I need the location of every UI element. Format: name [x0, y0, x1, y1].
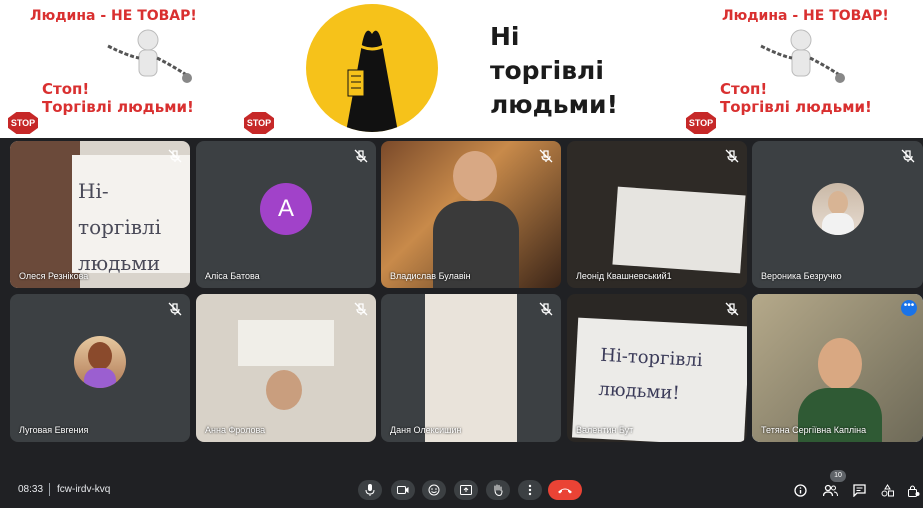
- mic-off-icon: [168, 302, 182, 316]
- poster-title: Людина - НЕ ТОВАР!: [722, 8, 889, 24]
- chained-figure-icon: [760, 29, 845, 83]
- poster-line-1: Ні: [490, 22, 520, 51]
- handwritten-sign: [425, 294, 517, 442]
- chained-figure-icon: [107, 29, 192, 83]
- poster-title: Людина - НЕ ТОВАР!: [30, 8, 197, 24]
- handwritten-sign: [238, 320, 334, 366]
- camera-icon: [397, 486, 409, 494]
- mic-button[interactable]: [358, 480, 382, 500]
- banner: Людина - НЕ ТОВАР! Стоп! Торгівлі людьми…: [0, 0, 923, 138]
- poster-line-2: торгівлі: [490, 56, 604, 85]
- mic-off-icon: [539, 149, 553, 163]
- handwritten-sign: [612, 186, 746, 274]
- participant-tile[interactable]: Леонід Квашневський1: [567, 141, 747, 288]
- camera-button[interactable]: [391, 480, 415, 500]
- participant-tile[interactable]: A Аліса Батова: [196, 141, 376, 288]
- people-button[interactable]: [822, 482, 838, 498]
- emoji-icon: [428, 484, 440, 496]
- poster-stop-text: Стоп!: [42, 80, 90, 98]
- people-icon: [822, 484, 838, 496]
- participant-video: [453, 151, 497, 201]
- participant-name: Анна Фролова: [205, 425, 266, 435]
- avatar: [811, 182, 864, 235]
- poster-stop-text: Стоп!: [720, 80, 768, 98]
- emoji-button[interactable]: [422, 480, 446, 500]
- right-poster: Людина - НЕ ТОВАР! Стоп! Торгівлі людьми…: [686, 0, 923, 138]
- chat-button[interactable]: [851, 482, 867, 498]
- more-options-icon[interactable]: •••: [901, 300, 917, 316]
- more-options-button[interactable]: [518, 480, 542, 500]
- participant-face: [818, 338, 862, 390]
- participant-tile[interactable]: Владислав Булавін: [381, 141, 561, 288]
- host-controls-icon: [907, 485, 919, 497]
- mic-icon: [365, 484, 375, 496]
- participant-tile[interactable]: Ні-торгівлі людьми Олеся Резнікова: [10, 141, 190, 288]
- participant-tile[interactable]: Луговая Евгения: [10, 294, 190, 442]
- activities-button[interactable]: [879, 482, 895, 498]
- participant-name: Даня Олексишин: [390, 425, 462, 435]
- stop-sign-icon: STOP: [686, 112, 716, 134]
- participant-name: Вероника Безручко: [761, 271, 842, 281]
- avatar: [74, 336, 126, 388]
- participant-tile[interactable]: Ні-торгівлі людьми! Валентин Бут: [567, 294, 747, 442]
- more-options-icon: [528, 484, 532, 496]
- raise-hand-icon: [494, 484, 503, 496]
- participant-tile[interactable]: Вероника Безручко: [752, 141, 923, 288]
- participant-tile-active[interactable]: ••• Тетяна Сергіївна Капліна: [752, 294, 923, 442]
- mic-off-icon: [901, 149, 915, 163]
- poster-line-3: людьми!: [490, 90, 618, 119]
- participant-name: Тетяна Сергіївна Капліна: [761, 425, 867, 435]
- stop-sign-icon: STOP: [244, 112, 274, 134]
- bottom-bar: 08:33 fcw-irdv-kvq 10: [0, 458, 923, 508]
- meeting-code: fcw-irdv-kvq: [57, 484, 111, 495]
- poster-trade-text: Торгівлі людьми!: [720, 98, 872, 116]
- divider: [49, 483, 50, 496]
- raise-hand-button[interactable]: [486, 480, 510, 500]
- poster-trade-text: Торгівлі людьми!: [42, 98, 194, 116]
- participant-name: Олеся Резнікова: [19, 271, 89, 281]
- mic-off-icon: [539, 302, 553, 316]
- left-poster: Людина - НЕ ТОВАР! Стоп! Торгівлі людьми…: [8, 0, 274, 138]
- participant-name: Валентин Бут: [576, 425, 634, 435]
- mic-off-icon: [725, 302, 739, 316]
- participant-tile[interactable]: Даня Олексишин: [381, 294, 561, 442]
- info-icon: [793, 483, 807, 497]
- end-call-icon: [558, 488, 572, 494]
- participant-tile[interactable]: Анна Фролова: [196, 294, 376, 442]
- stop-sign-icon: STOP: [8, 112, 38, 134]
- mic-off-icon: [168, 149, 182, 163]
- participant-count-badge: 10: [830, 470, 846, 482]
- participant-name: Луговая Евгения: [19, 425, 89, 435]
- participant-name: Владислав Булавін: [390, 271, 471, 281]
- center-poster: Ні торгівлі людьми!: [278, 0, 682, 138]
- participant-name: Аліса Батова: [205, 271, 260, 281]
- chat-icon: [852, 483, 866, 497]
- handwritten-sign: Ні-торгівлі людьми: [72, 155, 190, 275]
- avatar: A: [260, 182, 312, 235]
- present-button[interactable]: [454, 480, 478, 500]
- mic-off-icon: [354, 302, 368, 316]
- info-button[interactable]: [792, 482, 808, 498]
- present-icon: [460, 484, 472, 495]
- mic-off-icon: [725, 149, 739, 163]
- mic-off-icon: [354, 149, 368, 163]
- end-call-button[interactable]: [548, 480, 582, 500]
- hands-chain-icon: [306, 4, 438, 132]
- host-controls-button[interactable]: [905, 482, 921, 498]
- participant-name: Леонід Квашневський1: [576, 271, 672, 281]
- participant-video: [10, 141, 80, 288]
- activities-icon: [881, 483, 894, 496]
- participant-video: [266, 370, 302, 410]
- meeting-time: 08:33: [18, 484, 44, 495]
- handwritten-sign: Ні-торгівлі людьми!: [571, 317, 747, 442]
